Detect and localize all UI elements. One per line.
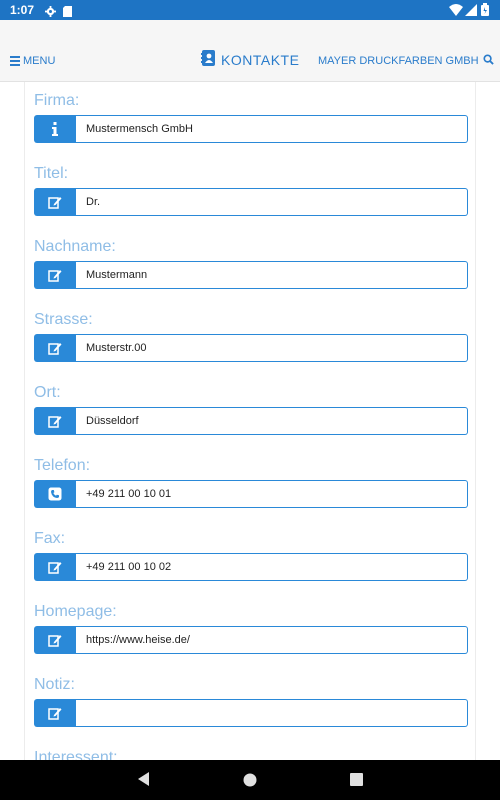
telefon-input[interactable]: +49 211 00 10 01 bbox=[76, 480, 468, 508]
field-label: Nachname: bbox=[34, 238, 116, 255]
field-ort: Ort: Düsseldorf bbox=[34, 383, 468, 435]
contact-form: Firma: Mustermensch GmbH Titel: Dr. Nach… bbox=[24, 82, 476, 760]
address-book-icon bbox=[201, 49, 215, 71]
page-title-group: KONTAKTE bbox=[201, 49, 300, 71]
status-bar: 1:07 bbox=[0, 0, 500, 20]
strasse-input[interactable]: Musterstr.00 bbox=[76, 334, 468, 362]
ort-input[interactable]: Düsseldorf bbox=[76, 407, 468, 435]
menu-label: MENU bbox=[23, 55, 56, 67]
hamburger-icon bbox=[10, 54, 20, 68]
edit-icon[interactable] bbox=[34, 553, 76, 581]
menu-button[interactable]: MENU bbox=[10, 53, 55, 69]
field-nachname: Nachname: Mustermann bbox=[34, 237, 468, 289]
field-label: Notiz: bbox=[34, 676, 75, 693]
field-label: Fax: bbox=[34, 530, 66, 547]
homepage-input[interactable]: https://www.heise.de/ bbox=[76, 626, 468, 654]
edit-icon[interactable] bbox=[34, 334, 76, 362]
edit-icon[interactable] bbox=[34, 188, 76, 216]
signal-icon bbox=[465, 3, 477, 21]
edit-icon[interactable] bbox=[34, 699, 76, 727]
field-label: Telefon: bbox=[34, 457, 91, 474]
wifi-icon bbox=[449, 3, 463, 21]
battery-icon bbox=[481, 3, 489, 21]
navigation-bar bbox=[0, 760, 500, 800]
home-icon[interactable] bbox=[243, 773, 257, 792]
search-icon bbox=[479, 54, 494, 68]
edit-icon[interactable] bbox=[34, 407, 76, 435]
phone-icon[interactable] bbox=[34, 480, 76, 508]
field-label: Strasse: bbox=[34, 311, 93, 328]
titel-input[interactable]: Dr. bbox=[76, 188, 468, 216]
field-label: Interessent: bbox=[34, 749, 118, 760]
recents-icon[interactable] bbox=[350, 773, 363, 791]
info-icon[interactable] bbox=[34, 115, 76, 143]
company-name: MAYER DRUCKFARBEN GMBH bbox=[318, 55, 479, 67]
field-label: Ort: bbox=[34, 384, 61, 401]
page-title: KONTAKTE bbox=[221, 52, 300, 68]
app-header: MENU KONTAKTE MAYER DRUCKFARBEN GMBH bbox=[0, 20, 500, 82]
firma-input[interactable]: Mustermensch GmbH bbox=[76, 115, 468, 143]
field-label: Firma: bbox=[34, 92, 80, 109]
field-homepage: Homepage: https://www.heise.de/ bbox=[34, 602, 468, 654]
field-strasse: Strasse: Musterstr.00 bbox=[34, 310, 468, 362]
field-firma: Firma: Mustermensch GmbH bbox=[34, 91, 468, 143]
field-fax: Fax: +49 211 00 10 02 bbox=[34, 529, 468, 581]
nachname-input[interactable]: Mustermann bbox=[76, 261, 468, 289]
field-telefon: Telefon: +49 211 00 10 01 bbox=[34, 456, 468, 508]
field-interessent: Interessent: bbox=[34, 748, 468, 760]
status-time: 1:07 bbox=[10, 3, 35, 17]
edit-icon[interactable] bbox=[34, 261, 76, 289]
field-titel: Titel: Dr. bbox=[34, 164, 468, 216]
fax-input[interactable]: +49 211 00 10 02 bbox=[76, 553, 468, 581]
app-screen: 1:07 MENU KONTAKTE MAYER DRUCKFARBEN GMB… bbox=[0, 0, 500, 800]
notiz-input[interactable] bbox=[76, 699, 468, 727]
edit-icon[interactable] bbox=[34, 626, 76, 654]
back-icon[interactable] bbox=[137, 771, 151, 792]
field-notiz: Notiz: bbox=[34, 675, 468, 727]
company-search-button[interactable]: MAYER DRUCKFARBEN GMBH bbox=[318, 53, 494, 69]
field-label: Titel: bbox=[34, 165, 69, 182]
field-label: Homepage: bbox=[34, 603, 117, 620]
